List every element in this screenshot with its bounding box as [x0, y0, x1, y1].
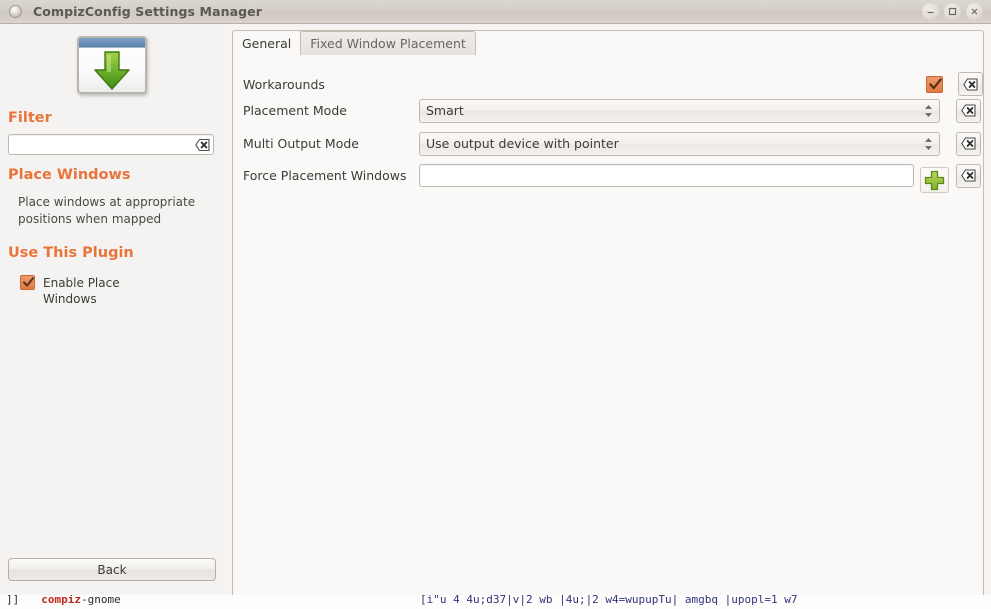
- close-icon[interactable]: [966, 3, 983, 20]
- enable-plugin-label: Enable Place Windows: [43, 276, 120, 306]
- plugin-heading: Place Windows: [8, 167, 131, 183]
- chevron-updown-icon[interactable]: [924, 104, 933, 117]
- clear-icon[interactable]: [195, 138, 210, 151]
- filter-input[interactable]: [9, 135, 213, 154]
- plugin-description: Place windows at appropriate positions w…: [18, 195, 196, 226]
- terminal-text-right: [i"u 4 4u;d37|v|2 wb |4u;|2 w4=wupupTu| …: [420, 595, 798, 606]
- workarounds-checkbox[interactable]: [926, 76, 943, 93]
- place-windows-icon: [77, 36, 147, 94]
- row-force-placement-windows-label: Force Placement Windows: [243, 168, 407, 183]
- multi-output-mode-value: Use output device with pointer: [426, 136, 619, 151]
- maximize-icon[interactable]: [944, 3, 961, 20]
- enable-plugin-checkbox[interactable]: [20, 275, 35, 290]
- row-workarounds-label: Workarounds: [243, 76, 325, 92]
- background-terminal-strip: ]] compiz-gnome [i"u 4 4u;d37|v|2 wb |4u;…: [0, 595, 991, 609]
- placement-mode-combo[interactable]: Smart: [419, 98, 940, 123]
- settings-rows: Workarounds Placement Mode Smart Multi O…: [233, 55, 983, 601]
- tab-fixed-window-placement[interactable]: Fixed Window Placement: [300, 31, 476, 55]
- filter-heading: Filter: [8, 110, 52, 126]
- plugin-icon-wrap: [0, 36, 224, 94]
- application-window: CompizConfig Settings Manager Filter Pla…: [0, 0, 991, 609]
- force-placement-windows-reset-button[interactable]: [956, 163, 981, 188]
- icon-titlebar-strip: [79, 38, 145, 48]
- force-placement-windows-field[interactable]: [419, 164, 914, 187]
- terminal-seg-1: compiz: [41, 595, 81, 606]
- add-icon[interactable]: [920, 167, 949, 193]
- placement-mode-value: Smart: [426, 103, 464, 118]
- minimize-icon[interactable]: [922, 3, 939, 20]
- tab-general[interactable]: General: [232, 30, 302, 55]
- terminal-seg-2: -gnome: [81, 595, 121, 606]
- tab-fixed-window-placement-label: Fixed Window Placement: [310, 36, 466, 51]
- row-workarounds: Workarounds: [243, 72, 983, 96]
- enable-plugin-row[interactable]: Enable Place Windows: [20, 274, 170, 307]
- row-force-placement-windows: Force Placement Windows: [243, 163, 983, 193]
- row-placement-mode-label: Placement Mode: [243, 103, 347, 118]
- window-title: CompizConfig Settings Manager: [33, 4, 263, 19]
- tab-bar: General Fixed Window Placement: [232, 30, 476, 55]
- chevron-updown-icon[interactable]: [924, 137, 933, 150]
- multi-output-mode-combo[interactable]: Use output device with pointer: [419, 131, 940, 156]
- row-multi-output-mode-label: Multi Output Mode: [243, 136, 359, 151]
- window-controls: [922, 3, 983, 20]
- tab-general-label: General: [242, 35, 292, 51]
- back-button[interactable]: Back: [8, 558, 216, 581]
- workarounds-reset-button[interactable]: [958, 72, 983, 96]
- window-menu-icon[interactable]: [9, 5, 22, 18]
- terminal-text-left: ]] compiz-gnome: [6, 595, 121, 607]
- row-placement-mode: Placement Mode Smart: [243, 98, 983, 123]
- down-arrow-icon: [90, 50, 134, 92]
- multi-output-mode-reset-button[interactable]: [956, 131, 981, 156]
- terminal-seg-0: ]]: [6, 595, 20, 606]
- title-bar: CompizConfig Settings Manager: [0, 0, 991, 24]
- sidebar: Filter Place Windows Place windows at ap…: [0, 24, 224, 593]
- force-placement-windows-input[interactable]: [420, 165, 913, 186]
- use-plugin-heading: Use This Plugin: [8, 245, 134, 261]
- placement-mode-reset-button[interactable]: [956, 98, 981, 123]
- back-button-label: Back: [97, 562, 127, 577]
- row-multi-output-mode: Multi Output Mode Use output device with…: [243, 131, 983, 156]
- filter-input-wrap[interactable]: [8, 134, 214, 155]
